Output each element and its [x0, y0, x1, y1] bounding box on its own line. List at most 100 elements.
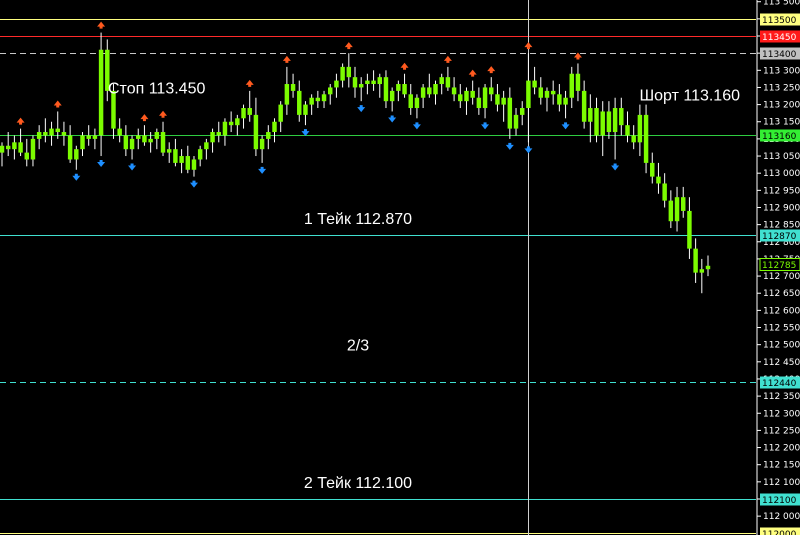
axis-tick-label: 112 600 [763, 306, 800, 316]
two-thirds-level-badge-label: 112440 [762, 379, 797, 389]
axis-tick-label: 113 250 [763, 83, 800, 93]
candle-body [55, 128, 60, 133]
candle-body [222, 121, 228, 136]
candle-body [439, 77, 444, 85]
candle-body [272, 121, 277, 133]
two-thirds-level-badge: 112440 [760, 376, 800, 389]
axis-tick-label: 112 550 [763, 324, 800, 334]
short-level-badge-label: 113160 [762, 132, 797, 142]
axis-tick-label: 113 050 [763, 152, 800, 162]
candle-body [228, 121, 234, 126]
candle-body [489, 87, 494, 95]
candle-body [402, 84, 407, 95]
axis-tick-label: 113 300 [763, 66, 800, 76]
candle-body [674, 197, 680, 222]
candle-body [680, 197, 686, 211]
candle-body [61, 132, 67, 136]
candle-body [321, 94, 327, 102]
current-price-badge-label: 112785 [762, 261, 796, 271]
candle-body [433, 84, 438, 95]
take1-level-badge-label: 112870 [762, 232, 797, 242]
candle-body [476, 97, 482, 109]
candle-body [179, 156, 184, 163]
candle-body [656, 176, 661, 184]
axis-tick-label: 112 450 [763, 358, 800, 368]
candle-body [619, 108, 624, 126]
bottom-level-badge: 112000 [760, 527, 800, 535]
candle-body [396, 84, 401, 91]
candle-body [98, 49, 104, 136]
candle-body [36, 132, 42, 139]
candle-body [371, 80, 376, 85]
candle-body [24, 152, 30, 160]
candle-body [86, 135, 91, 139]
candle-body [358, 84, 364, 88]
candle-body [625, 125, 630, 136]
take1-level-badge: 112870 [760, 229, 800, 242]
candle-body [612, 108, 618, 133]
price-chart[interactable]: Стоп 113.450 Шорт 113.160 1 Тейк 112.870 2/… [0, 0, 800, 535]
candle-body [309, 97, 314, 105]
candle-body [74, 149, 79, 160]
candle-body [458, 94, 463, 102]
candle-body [18, 142, 23, 153]
take2-level-badge-label: 112100 [762, 496, 797, 506]
stop-level-badge-label: 113450 [762, 33, 797, 43]
candle-body [569, 73, 574, 98]
candle-body [346, 66, 352, 78]
candle-body [389, 90, 395, 102]
candle-body [557, 94, 562, 105]
candle-body [284, 84, 290, 105]
candle-body [160, 132, 166, 153]
candle-body [92, 135, 98, 139]
axis-tick-label: 113 150 [763, 118, 800, 128]
candle-body [259, 138, 265, 150]
candle-body [129, 138, 135, 150]
two-thirds-annotation: 2/3 [347, 338, 369, 355]
stop-level-badge: 113450 [760, 30, 800, 43]
candle-body [451, 87, 457, 95]
bottom-level-badge-label: 112000 [762, 530, 797, 535]
candle-body [550, 90, 556, 95]
candle-body [266, 132, 271, 139]
axis-tick-label: 112 100 [763, 478, 800, 488]
candle-body [420, 87, 426, 98]
candle-body [699, 269, 705, 273]
axis-tick-label: 112 950 [763, 186, 800, 196]
axis-tick-label: 112 250 [763, 426, 800, 436]
candle-body [637, 114, 643, 143]
candle-body [563, 97, 568, 105]
take2-level-badge: 112100 [760, 493, 800, 506]
candle-body [49, 128, 54, 136]
candle-body [340, 66, 345, 81]
candle-body [241, 108, 246, 119]
candle-body [12, 142, 17, 150]
take1-annotation: 1 Тейк 112.870 [304, 211, 412, 228]
candle-body [532, 80, 537, 88]
candle-body [600, 111, 605, 136]
candle-body [470, 90, 475, 98]
axis-tick-label: 113 000 [763, 169, 800, 179]
axis-tick-label: 112 150 [763, 461, 800, 471]
candle-body [427, 87, 432, 95]
candle-body [705, 265, 711, 270]
candle-body [668, 200, 674, 222]
axis-tick-label: 112 000 [763, 512, 800, 522]
candle-body [166, 149, 172, 153]
candle-body [687, 210, 692, 249]
candle-body [191, 159, 197, 170]
axis-tick-label: 112 900 [763, 203, 800, 213]
candle [643, 104, 649, 174]
candle-body [154, 132, 160, 139]
candle-body [408, 94, 413, 109]
candle-body [290, 84, 296, 91]
candle-body [80, 135, 85, 150]
candle-body [588, 108, 593, 122]
candle-body [142, 135, 147, 143]
axis-tick-label: 113 200 [763, 101, 800, 111]
level-113400-badge: 113400 [760, 47, 800, 60]
top-level-badge-label: 113500 [762, 16, 797, 26]
candle-body [544, 90, 550, 98]
short-level-badge: 113160 [760, 129, 800, 142]
candle-body [538, 87, 544, 98]
